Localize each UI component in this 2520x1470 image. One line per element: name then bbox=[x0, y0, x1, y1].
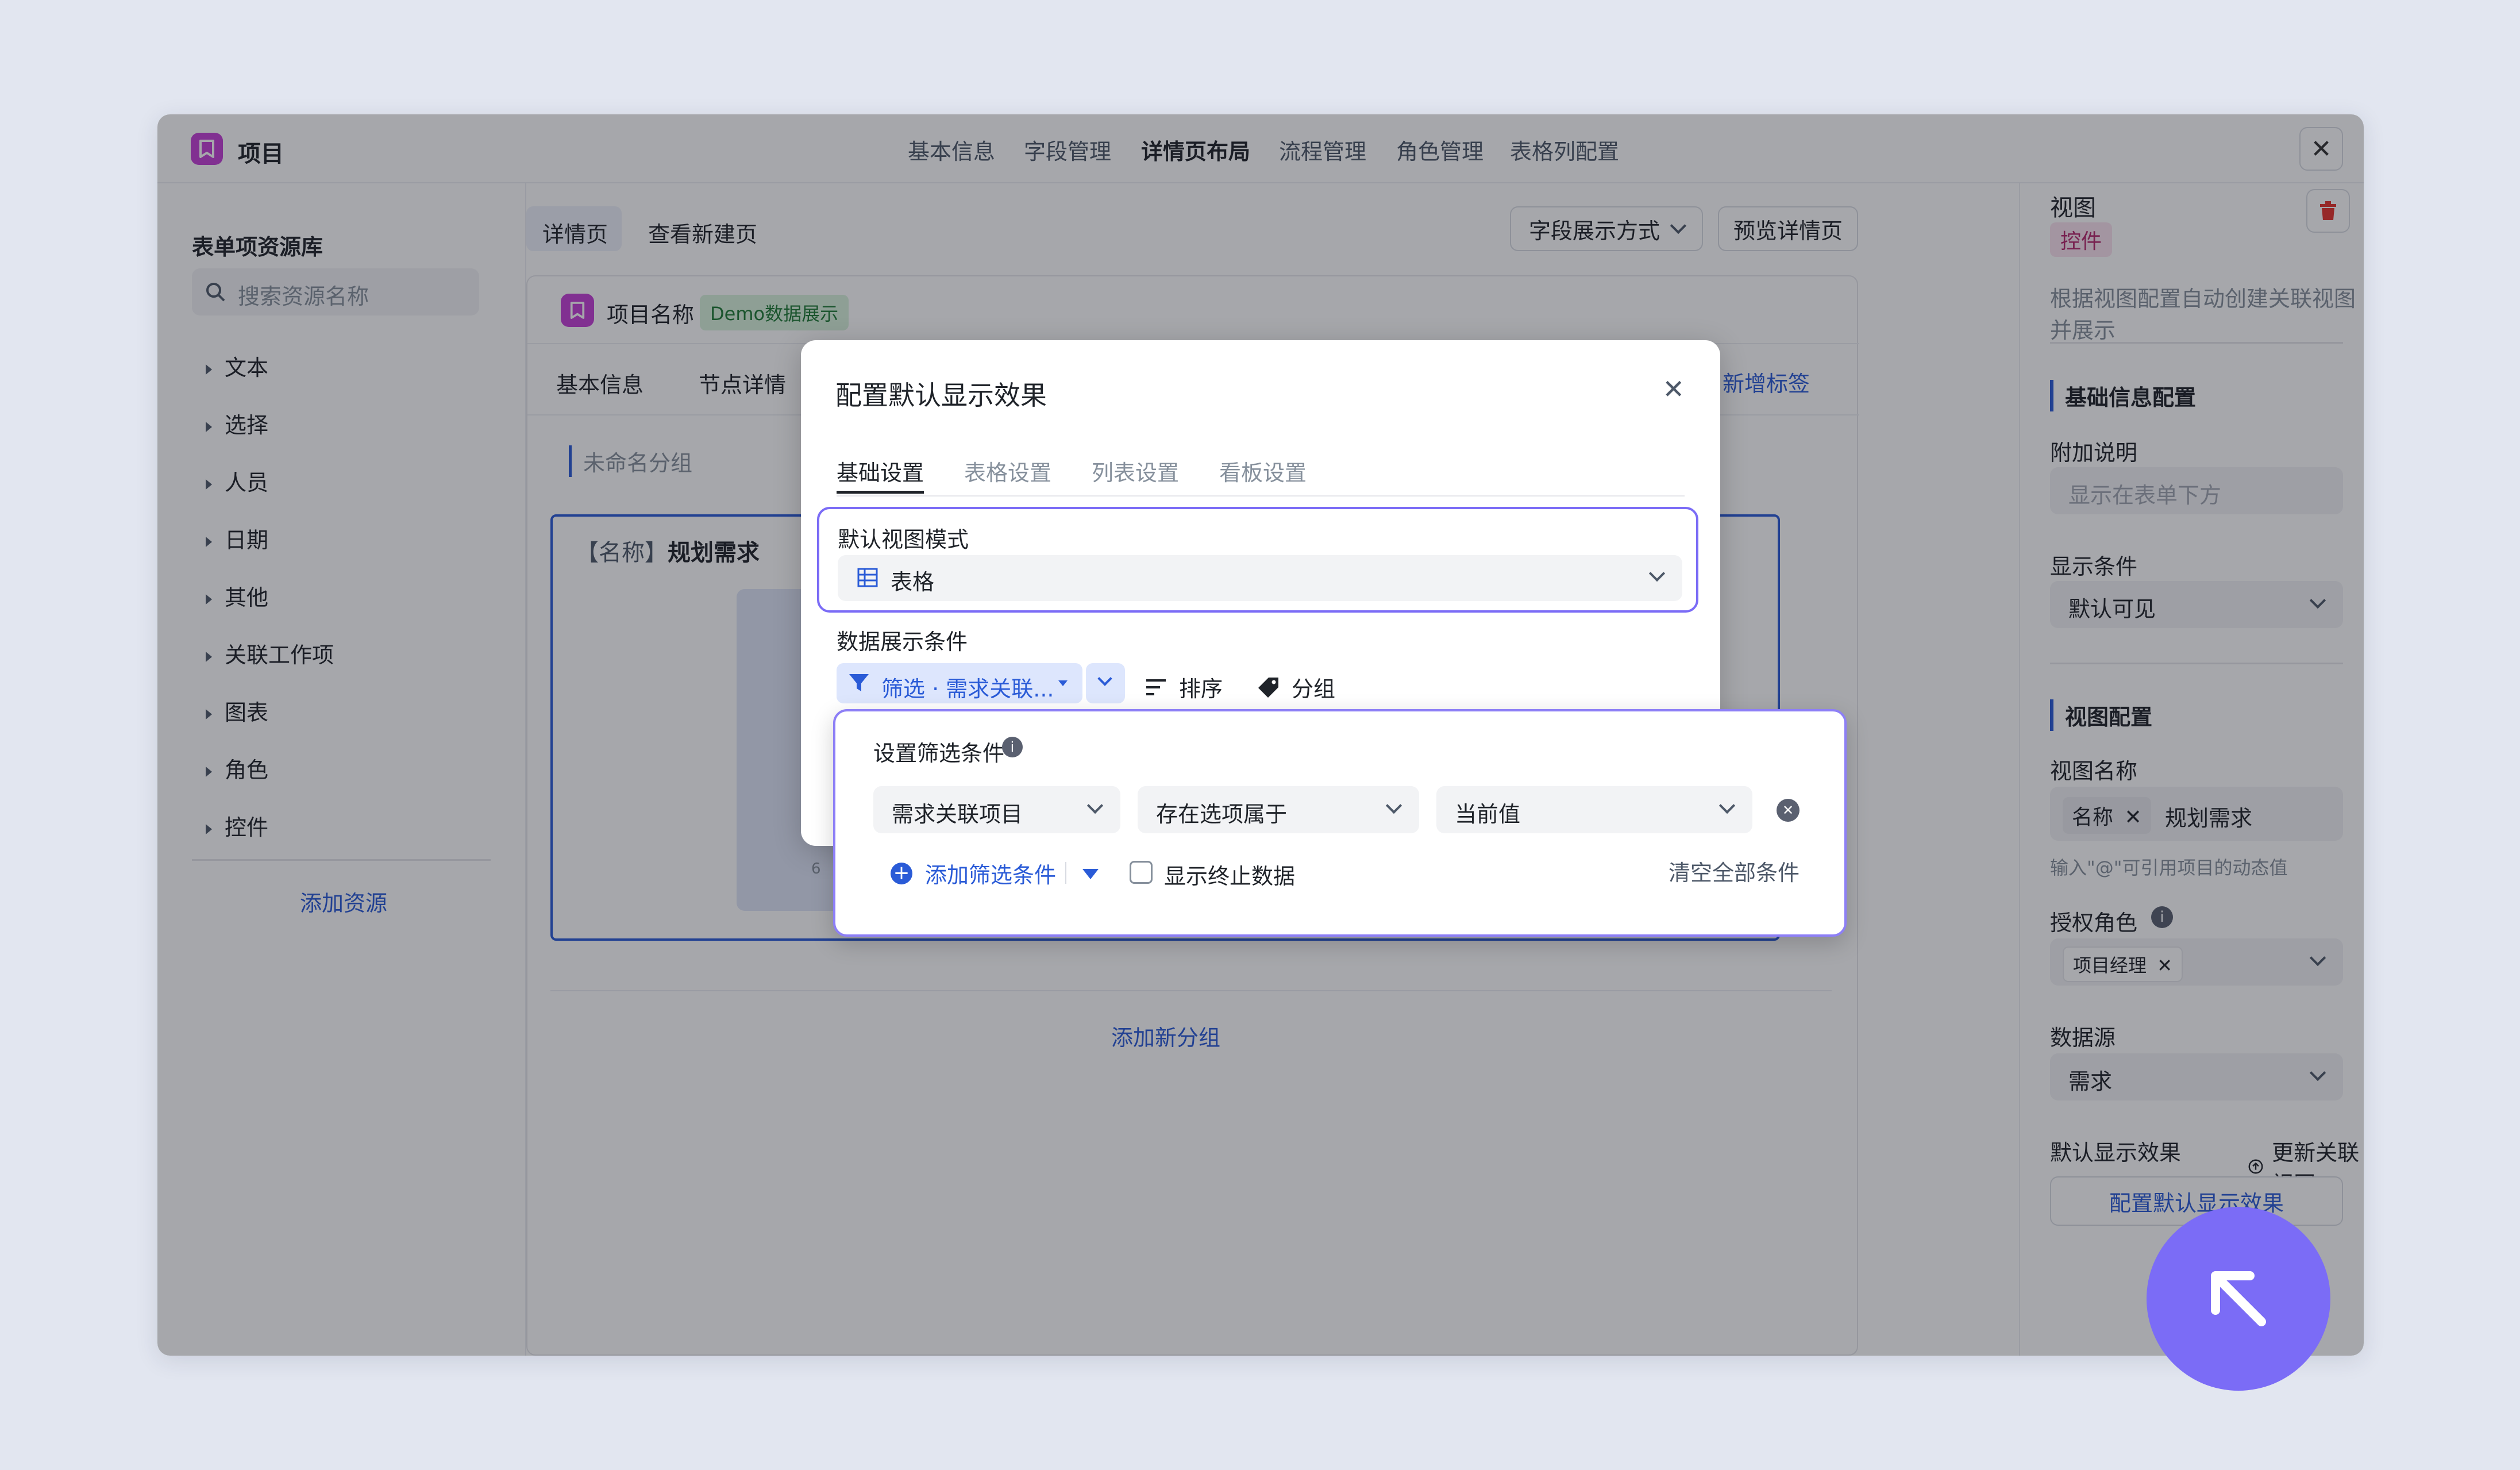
filter-value-select[interactable]: 当前值 bbox=[1436, 786, 1752, 833]
filter-operator-select[interactable]: 存在选项属于 bbox=[1138, 786, 1419, 833]
group-button[interactable]: 分组 bbox=[1257, 671, 1335, 703]
remove-condition-icon[interactable]: ✕ bbox=[1777, 799, 1800, 822]
button-label: 分组 bbox=[1292, 676, 1336, 702]
button-label: 排序 bbox=[1179, 676, 1223, 702]
pointer-cursor bbox=[2147, 1207, 2330, 1391]
data-condition-label: 数据展示条件 bbox=[837, 629, 968, 655]
chevron-down-icon bbox=[1097, 671, 1112, 686]
filter-value-text: 当前值 bbox=[1455, 802, 1521, 827]
plus-circle-icon: + bbox=[891, 862, 912, 884]
filter-operator-value: 存在选项属于 bbox=[1156, 802, 1288, 827]
tag-icon bbox=[1258, 677, 1278, 698]
modal-tab-list[interactable]: 列表设置 bbox=[1092, 455, 1179, 487]
modal-close-icon[interactable]: ✕ bbox=[1662, 374, 1685, 405]
table-icon bbox=[857, 568, 878, 587]
filter-chip-button[interactable]: 筛选 · 需求关联... bbox=[837, 663, 1082, 703]
caret-down-icon[interactable] bbox=[1082, 869, 1099, 879]
view-mode-select[interactable]: 表格 bbox=[838, 555, 1682, 601]
chevron-down-icon bbox=[1086, 797, 1104, 814]
filter-conditions-popup: 设置筛选条件 i 需求关联项目 存在选项属于 当前值 ✕ + 添加筛选条件 显示… bbox=[833, 709, 1847, 937]
filter-chip-label: 筛选 · 需求关联... bbox=[881, 676, 1054, 702]
divider bbox=[837, 495, 1685, 497]
arrow-up-left-icon bbox=[2211, 1271, 2266, 1326]
chevron-down-icon bbox=[1648, 565, 1666, 582]
filter-field-select[interactable]: 需求关联项目 bbox=[873, 786, 1120, 833]
filter-icon bbox=[849, 674, 869, 691]
view-mode-highlight: 默认视图模式 表格 bbox=[817, 507, 1698, 613]
active-tab-indicator bbox=[837, 491, 924, 494]
view-mode-label: 默认视图模式 bbox=[838, 527, 969, 552]
filter-field-value: 需求关联项目 bbox=[892, 802, 1023, 827]
modal-title: 配置默认显示效果 bbox=[835, 380, 1047, 411]
view-mode-value: 表格 bbox=[891, 569, 935, 595]
chevron-down-icon bbox=[1385, 797, 1402, 814]
show-ended-checkbox[interactable] bbox=[1130, 861, 1153, 884]
clear-all-conditions-button[interactable]: 清空全部条件 bbox=[1669, 855, 1800, 887]
add-filter-condition-button[interactable]: + 添加筛选条件 bbox=[891, 857, 1056, 889]
chevron-down-icon bbox=[1718, 797, 1736, 814]
divider bbox=[1065, 862, 1066, 884]
modal-tab-table[interactable]: 表格设置 bbox=[964, 455, 1051, 487]
show-ended-label: 显示终止数据 bbox=[1164, 864, 1296, 889]
info-icon[interactable]: i bbox=[1002, 737, 1023, 757]
button-label: 添加筛选条件 bbox=[925, 863, 1057, 888]
sort-icon bbox=[1146, 679, 1166, 695]
caret-down-icon bbox=[1058, 680, 1068, 686]
modal-tab-basic[interactable]: 基础设置 bbox=[837, 455, 924, 487]
sort-button[interactable]: 排序 bbox=[1145, 671, 1223, 703]
filter-options-button[interactable] bbox=[1086, 663, 1125, 703]
modal-tab-board[interactable]: 看板设置 bbox=[1219, 455, 1307, 487]
filter-popup-title: 设置筛选条件 bbox=[873, 741, 1005, 766]
